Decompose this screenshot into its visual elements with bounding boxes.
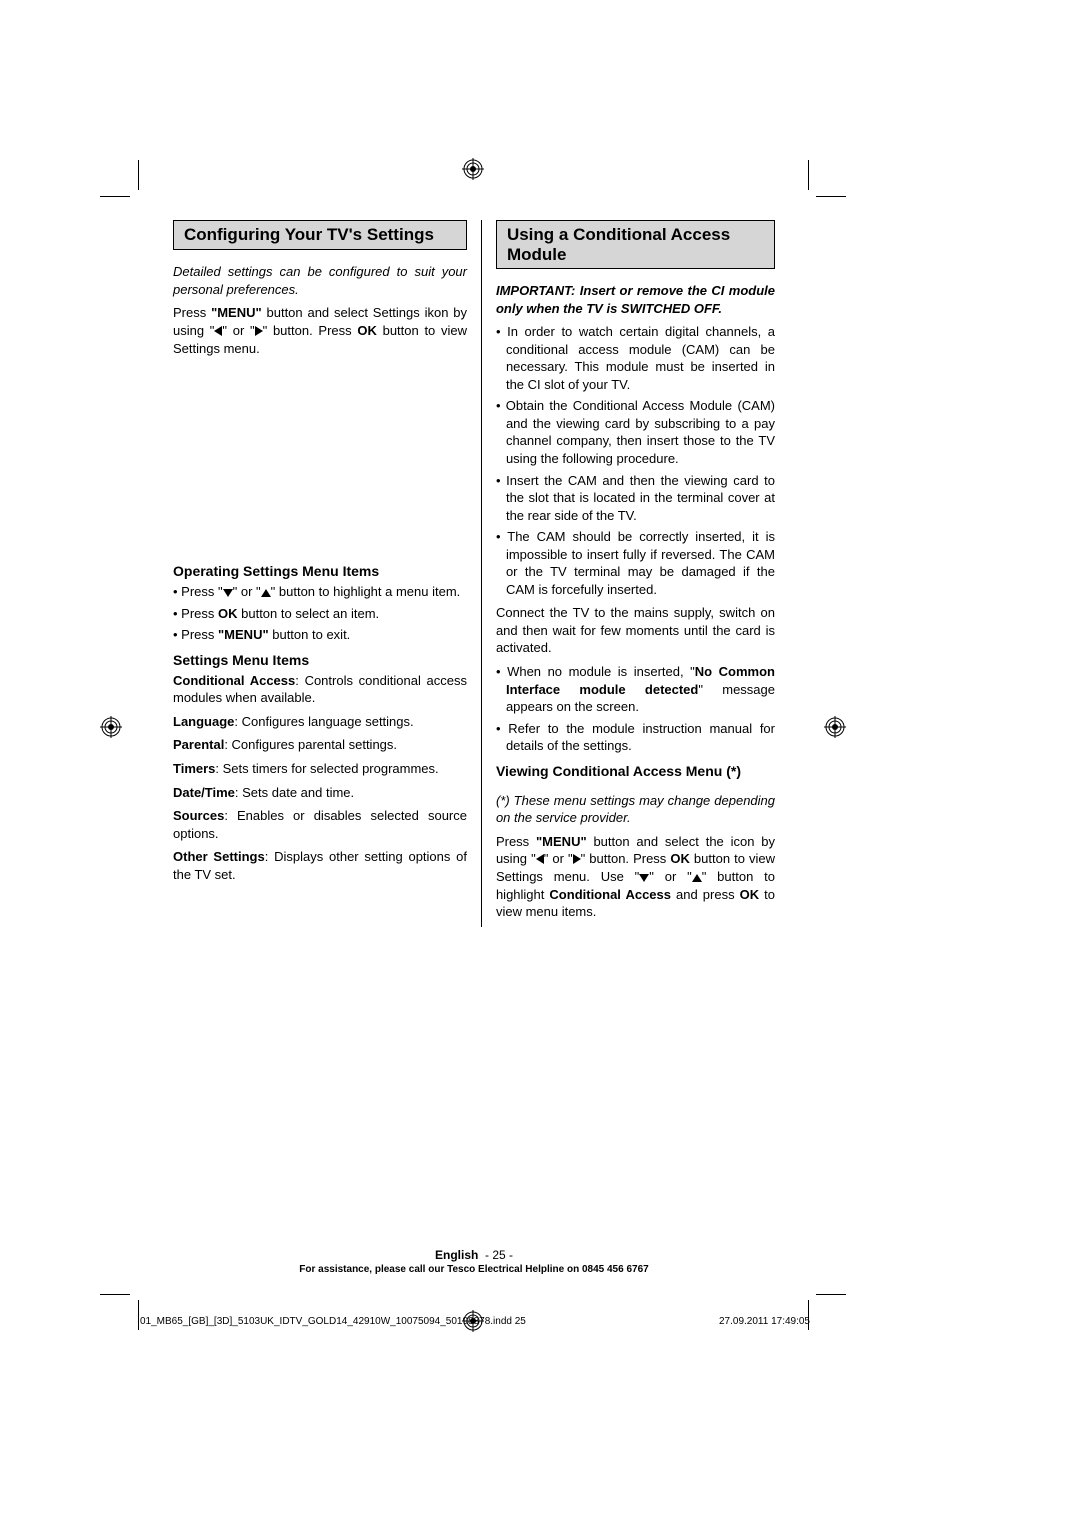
settings-item-language: Language: Conﬁgures language settings.: [173, 713, 467, 731]
list-item: When no module is inserted, "No Common I…: [496, 663, 775, 716]
list-item: The CAM should be correctly inserted, it…: [496, 528, 775, 598]
list-item: Press "MENU" button to exit.: [173, 626, 467, 644]
registration-mark-icon: [100, 716, 122, 738]
list-item: Refer to the module instruction manual f…: [496, 720, 775, 755]
settings-item-timers: Timers: Sets timers for selected program…: [173, 760, 467, 778]
up-arrow-icon: [261, 589, 271, 597]
registration-mark-icon: [462, 158, 484, 180]
crop-mark: [816, 1294, 846, 1295]
section-title-cam: Using a Conditional Access Module: [496, 220, 775, 269]
left-column: Conﬁguring Your TV's Settings Detailed s…: [173, 220, 467, 927]
press-menu-paragraph: Press "MENU" button and select Settings …: [173, 304, 467, 357]
list-item: In order to watch certain digital channe…: [496, 323, 775, 393]
settings-item-sources: Sources: Enables or disables selected so…: [173, 807, 467, 842]
page-footer: English - 25 - For assistance, please ca…: [173, 1248, 775, 1275]
print-footer: 01_MB65_[GB]_[3D]_5103UK_IDTV_GOLD14_429…: [140, 1316, 810, 1327]
footer-page-number: - 25 -: [485, 1248, 513, 1262]
right-column: Using a Conditional Access Module IMPORT…: [496, 220, 775, 927]
settings-item-other: Other Settings: Displays other setting o…: [173, 848, 467, 883]
settings-item-datetime: Date/Time: Sets date and time.: [173, 784, 467, 802]
list-item: Press OK button to select an item.: [173, 605, 467, 623]
connect-paragraph: Connect the TV to the mains supply, swit…: [496, 604, 775, 657]
crop-mark: [138, 1300, 139, 1330]
print-file-name: 01_MB65_[GB]_[3D]_5103UK_IDTV_GOLD14_429…: [140, 1316, 526, 1327]
settings-menu-items-heading: Settings Menu Items: [173, 652, 467, 668]
intro-note: Detailed settings can be configured to s…: [173, 263, 467, 298]
vca-note: (*) These menu settings may change depen…: [496, 792, 775, 827]
crop-mark: [100, 196, 130, 197]
operating-settings-heading: Operating Settings Menu Items: [173, 563, 467, 579]
left-arrow-icon: [536, 854, 544, 864]
list-item: Obtain the Conditional Access Module (CA…: [496, 397, 775, 467]
crop-mark: [816, 196, 846, 197]
list-item: Insert the CAM and then the viewing card…: [496, 472, 775, 525]
down-arrow-icon: [639, 874, 649, 882]
crop-mark: [100, 1294, 130, 1295]
up-arrow-icon: [692, 874, 702, 882]
cam-bullets-2: When no module is inserted, "No Common I…: [496, 663, 775, 755]
settings-item-conditional-access: Conditional Access: Controls conditional…: [173, 672, 467, 707]
settings-item-parental: Parental: Conﬁgures parental settings.: [173, 736, 467, 754]
important-note: IMPORTANT: Insert or remove the CI modul…: [496, 282, 775, 317]
list-item: Press "" or "" button to highlight a men…: [173, 583, 467, 601]
down-arrow-icon: [223, 589, 233, 597]
section-title-configuring: Conﬁguring Your TV's Settings: [173, 220, 467, 250]
settings-menu-screenshot: [173, 363, 467, 553]
column-divider: [481, 220, 482, 927]
crop-mark: [138, 160, 139, 190]
registration-mark-icon: [824, 716, 846, 738]
viewing-cam-heading: Viewing Conditional Access Menu (*): [496, 763, 775, 779]
crop-mark: [808, 160, 809, 190]
cam-bullets-1: In order to watch certain digital channe…: [496, 323, 775, 598]
right-arrow-icon: [573, 854, 581, 864]
footer-language: English: [435, 1248, 478, 1262]
footer-helpline: For assistance, please call our Tesco El…: [173, 1264, 775, 1275]
operating-bullets: Press "" or "" button to highlight a men…: [173, 583, 467, 644]
vca-paragraph: Press "MENU" button and select the icon …: [496, 833, 775, 921]
print-timestamp: 27.09.2011 17:49:05: [719, 1316, 810, 1327]
right-arrow-icon: [255, 326, 263, 336]
